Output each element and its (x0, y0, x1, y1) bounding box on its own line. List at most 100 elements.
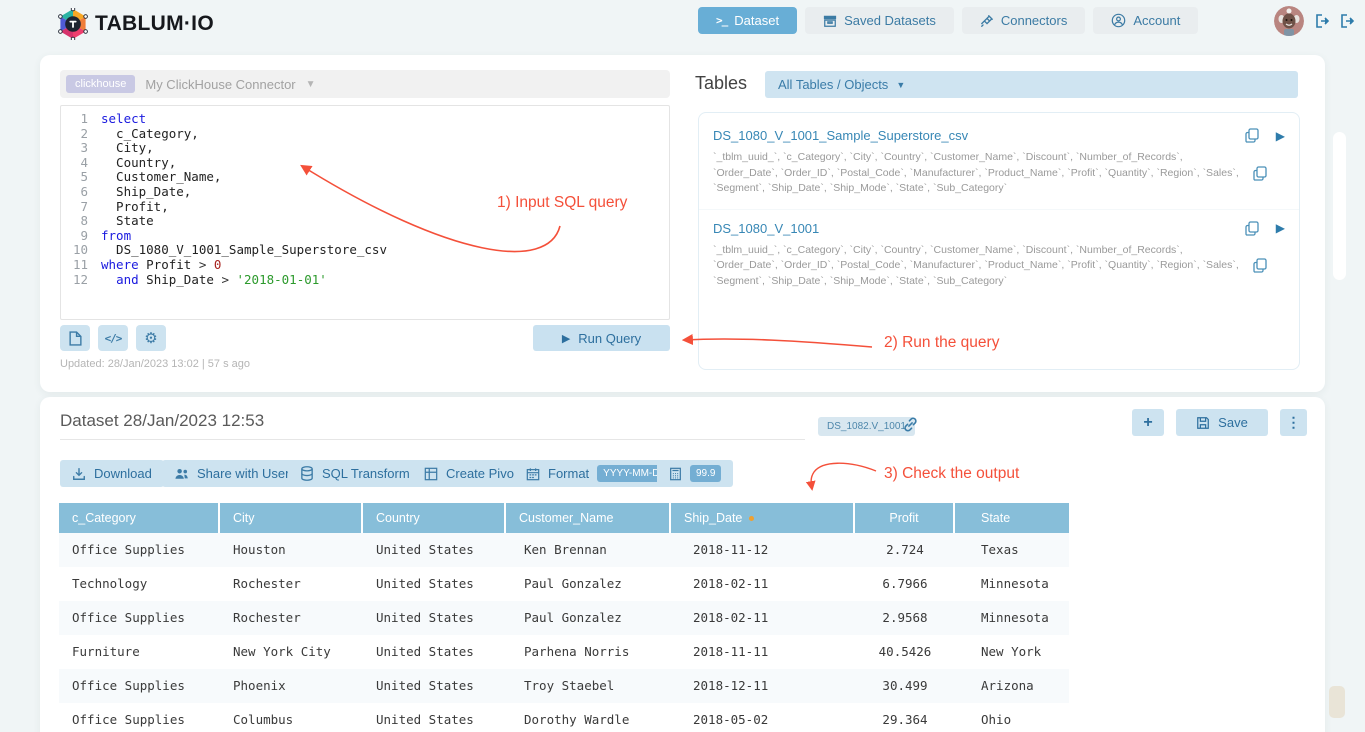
sql-token: City, (101, 140, 154, 155)
number-precision-button[interactable]: 99.9 (657, 460, 733, 487)
sql-editor-line: 12 and Ship_Date > '2018-01-01' (61, 273, 669, 288)
table-cell: Columbus (220, 703, 363, 732)
table-cell: Dorothy Wardle (506, 703, 671, 732)
copy-columns-icon[interactable] (1253, 258, 1267, 273)
code-view-button[interactable]: </> (98, 325, 128, 351)
column-header[interactable]: c_Category (59, 503, 220, 533)
nav-tab-dataset[interactable]: >_ Dataset (698, 7, 797, 34)
tables-filter-dropdown[interactable]: All Tables / Objects ▼ (765, 71, 1298, 98)
column-header[interactable]: State (955, 503, 1069, 533)
sql-code: DS_1080_V_1001_Sample_Superstore_csv (101, 243, 387, 258)
app-logo[interactable]: TABLUM·IO (58, 8, 214, 40)
more-options-button[interactable]: ⋮ (1280, 409, 1307, 436)
table-cell: 2018-02-11 (671, 601, 855, 635)
table-row: Office SuppliesColumbusUnited StatesDoro… (59, 703, 1069, 732)
copy-icon[interactable] (1245, 128, 1259, 143)
query-card: clickhouse My ClickHouse Connector ▼ 1 s… (40, 55, 1325, 392)
link-icon[interactable] (902, 416, 919, 433)
table-cell: Rochester (220, 567, 363, 601)
sql-transform-label: SQL Transform (322, 466, 410, 481)
sql-token (229, 272, 237, 287)
table-row: Office SuppliesPhoenixUnited StatesTroy … (59, 669, 1069, 703)
sql-token: State (101, 213, 154, 228)
sql-code: Ship_Date, (101, 185, 191, 200)
nav-tab-account[interactable]: Account (1093, 7, 1198, 34)
table-cell: Paul Gonzalez (506, 567, 671, 601)
table-columns-list: `_tblm_uuid_`, `c_Category`, `City`, `Co… (713, 150, 1241, 197)
line-number: 2 (61, 127, 101, 142)
sql-editor-line: 5 Customer_Name, (61, 170, 669, 185)
table-cell: Minnesota (955, 601, 1069, 635)
new-query-button[interactable] (60, 325, 90, 351)
column-header-label: Profit (889, 511, 918, 525)
sql-token: Customer_Name, (101, 169, 221, 184)
last-updated-text: Updated: 28/Jan/2023 13:02 | 57 s ago (60, 358, 250, 370)
table-cell: Rochester (220, 601, 363, 635)
line-number: 10 (61, 243, 101, 258)
column-header-label: c_Category (72, 511, 136, 525)
table-row: TechnologyRochesterUnited StatesPaul Gon… (59, 567, 1069, 601)
settings-button[interactable]: ⚙ (136, 325, 166, 351)
column-header[interactable]: Ship_Date (671, 503, 855, 533)
save-button[interactable]: Save (1176, 409, 1268, 436)
account-icon (1111, 13, 1126, 28)
table-cell: Furniture (59, 635, 220, 669)
nav-tab-connectors-label: Connectors (1001, 13, 1067, 28)
create-pivot-label: Create Pivot (446, 466, 518, 481)
table-row: FurnitureNew York CityUnited StatesParhe… (59, 635, 1069, 669)
sql-token: select (101, 111, 146, 126)
table-cell: 2018-05-02 (671, 703, 855, 732)
connector-type-badge: clickhouse (66, 75, 135, 93)
table-cell: 2018-02-11 (671, 567, 855, 601)
kebab-icon: ⋮ (1287, 414, 1301, 431)
connector-select[interactable]: clickhouse My ClickHouse Connector ▼ (60, 70, 670, 98)
result-table-body: Office SuppliesHoustonUnited StatesKen B… (59, 533, 1069, 732)
precision-badge: 99.9 (690, 465, 721, 482)
column-header[interactable]: City (220, 503, 363, 533)
table-cell: United States (363, 601, 506, 635)
nav-tab-connectors[interactable]: Connectors (962, 7, 1085, 34)
table-cell: Ken Brennan (506, 533, 671, 567)
sql-code: State (101, 214, 154, 229)
sql-transform-button[interactable]: SQL Transform (288, 460, 422, 487)
table-name-link[interactable]: DS_1080_V_1001 (713, 221, 819, 236)
create-pivot-button[interactable]: Create Pivot (412, 460, 530, 487)
column-header[interactable]: Profit (855, 503, 955, 533)
download-label: Download (94, 466, 152, 481)
download-button[interactable]: Download (60, 460, 164, 487)
sql-token: > (221, 272, 229, 287)
query-table-play-icon[interactable]: ▶ (1276, 221, 1285, 235)
scrollbar-corner-thumb[interactable] (1329, 686, 1345, 718)
table-cell: Paul Gonzalez (506, 601, 671, 635)
table-cell: New York City (220, 635, 363, 669)
table-cell: Ohio (955, 703, 1069, 732)
table-cell: Office Supplies (59, 669, 220, 703)
table-cell: New York (955, 635, 1069, 669)
column-header[interactable]: Country (363, 503, 506, 533)
run-query-button[interactable]: ▶ Run Query (533, 325, 670, 351)
table-cell: Parhena Norris (506, 635, 671, 669)
copy-columns-icon[interactable] (1253, 166, 1267, 181)
download-icon (72, 467, 86, 481)
gear-icon: ⚙ (144, 329, 157, 347)
sql-editor-line: 4 Country, (61, 156, 669, 171)
query-table-play-icon[interactable]: ▶ (1276, 129, 1285, 143)
sql-editor[interactable]: 1 select 2 c_Category, 3 City, 4 Country… (60, 105, 670, 320)
add-button[interactable]: + (1132, 409, 1164, 436)
copy-icon[interactable] (1245, 221, 1259, 236)
table-cell: Phoenix (220, 669, 363, 703)
dataset-id-badge: DS_1082.V_1001 (818, 417, 915, 436)
user-avatar[interactable] (1274, 6, 1304, 36)
exit-app-icon[interactable] (1339, 13, 1355, 29)
table-cell: Arizona (955, 669, 1069, 703)
logout-icon[interactable] (1314, 13, 1330, 29)
logo-hexagon-icon (58, 8, 88, 40)
database-icon (300, 466, 314, 481)
table-cell: 40.5426 (855, 635, 955, 669)
share-with-user-button[interactable]: Share with User (162, 460, 301, 487)
table-cell: United States (363, 533, 506, 567)
column-header[interactable]: Customer_Name (506, 503, 671, 533)
nav-tab-saved-datasets[interactable]: Saved Datasets (805, 7, 954, 34)
page-scrollbar-thumb[interactable] (1333, 132, 1346, 280)
table-name-link[interactable]: DS_1080_V_1001_Sample_Superstore_csv (713, 128, 968, 143)
